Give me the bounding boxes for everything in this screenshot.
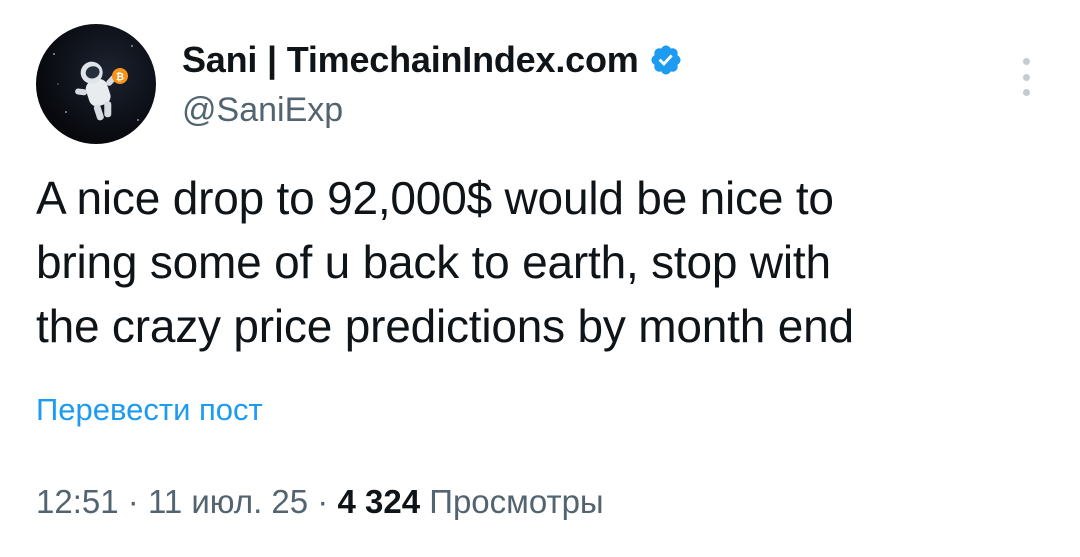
verified-badge-icon[interactable] [649,43,683,77]
views-label[interactable]: Просмотры [429,483,603,520]
display-name[interactable]: Sani | TimechainIndex.com [182,38,639,82]
avatar[interactable]: ₿ [36,24,156,144]
tweet-text: A nice drop to 92,000$ would be nice to … [36,166,1046,358]
tweet-time[interactable]: 12:51 [36,483,119,520]
views-count[interactable]: 4 324 [337,483,429,520]
tweet-meta: 12:51 · 11 июл. 25 · 4 324 Просмотры [36,480,604,524]
more-dot [1022,73,1030,81]
more-dot [1022,89,1030,96]
astronaut-icon: ₿ [53,45,139,121]
more-options-icon[interactable] [1006,52,1046,102]
meta-separator: · [317,483,338,520]
meta-separator: · [127,483,148,520]
tweet-date[interactable]: 11 июл. 25 [148,483,308,520]
tweet-text-line: A nice drop to 92,000$ would be nice to [36,172,834,224]
display-name-row: Sani | TimechainIndex.com [182,38,683,82]
tweet-header: ₿ Sani | TimechainIndex.com @SaniExp [36,24,1046,144]
tweet-text-line: the crazy price predictions by month end [36,300,854,352]
more-dot [1022,58,1030,65]
author-handle[interactable]: @SaniExp [182,88,683,132]
tweet-text-line: bring some of u back to earth, stop with [36,236,831,288]
author-names: Sani | TimechainIndex.com @SaniExp [182,38,683,132]
translate-post-link[interactable]: Перевести пост [36,390,263,430]
tweet-card: ₿ Sani | TimechainIndex.com @SaniExp A n [0,0,1080,557]
svg-text:₿: ₿ [116,71,124,83]
